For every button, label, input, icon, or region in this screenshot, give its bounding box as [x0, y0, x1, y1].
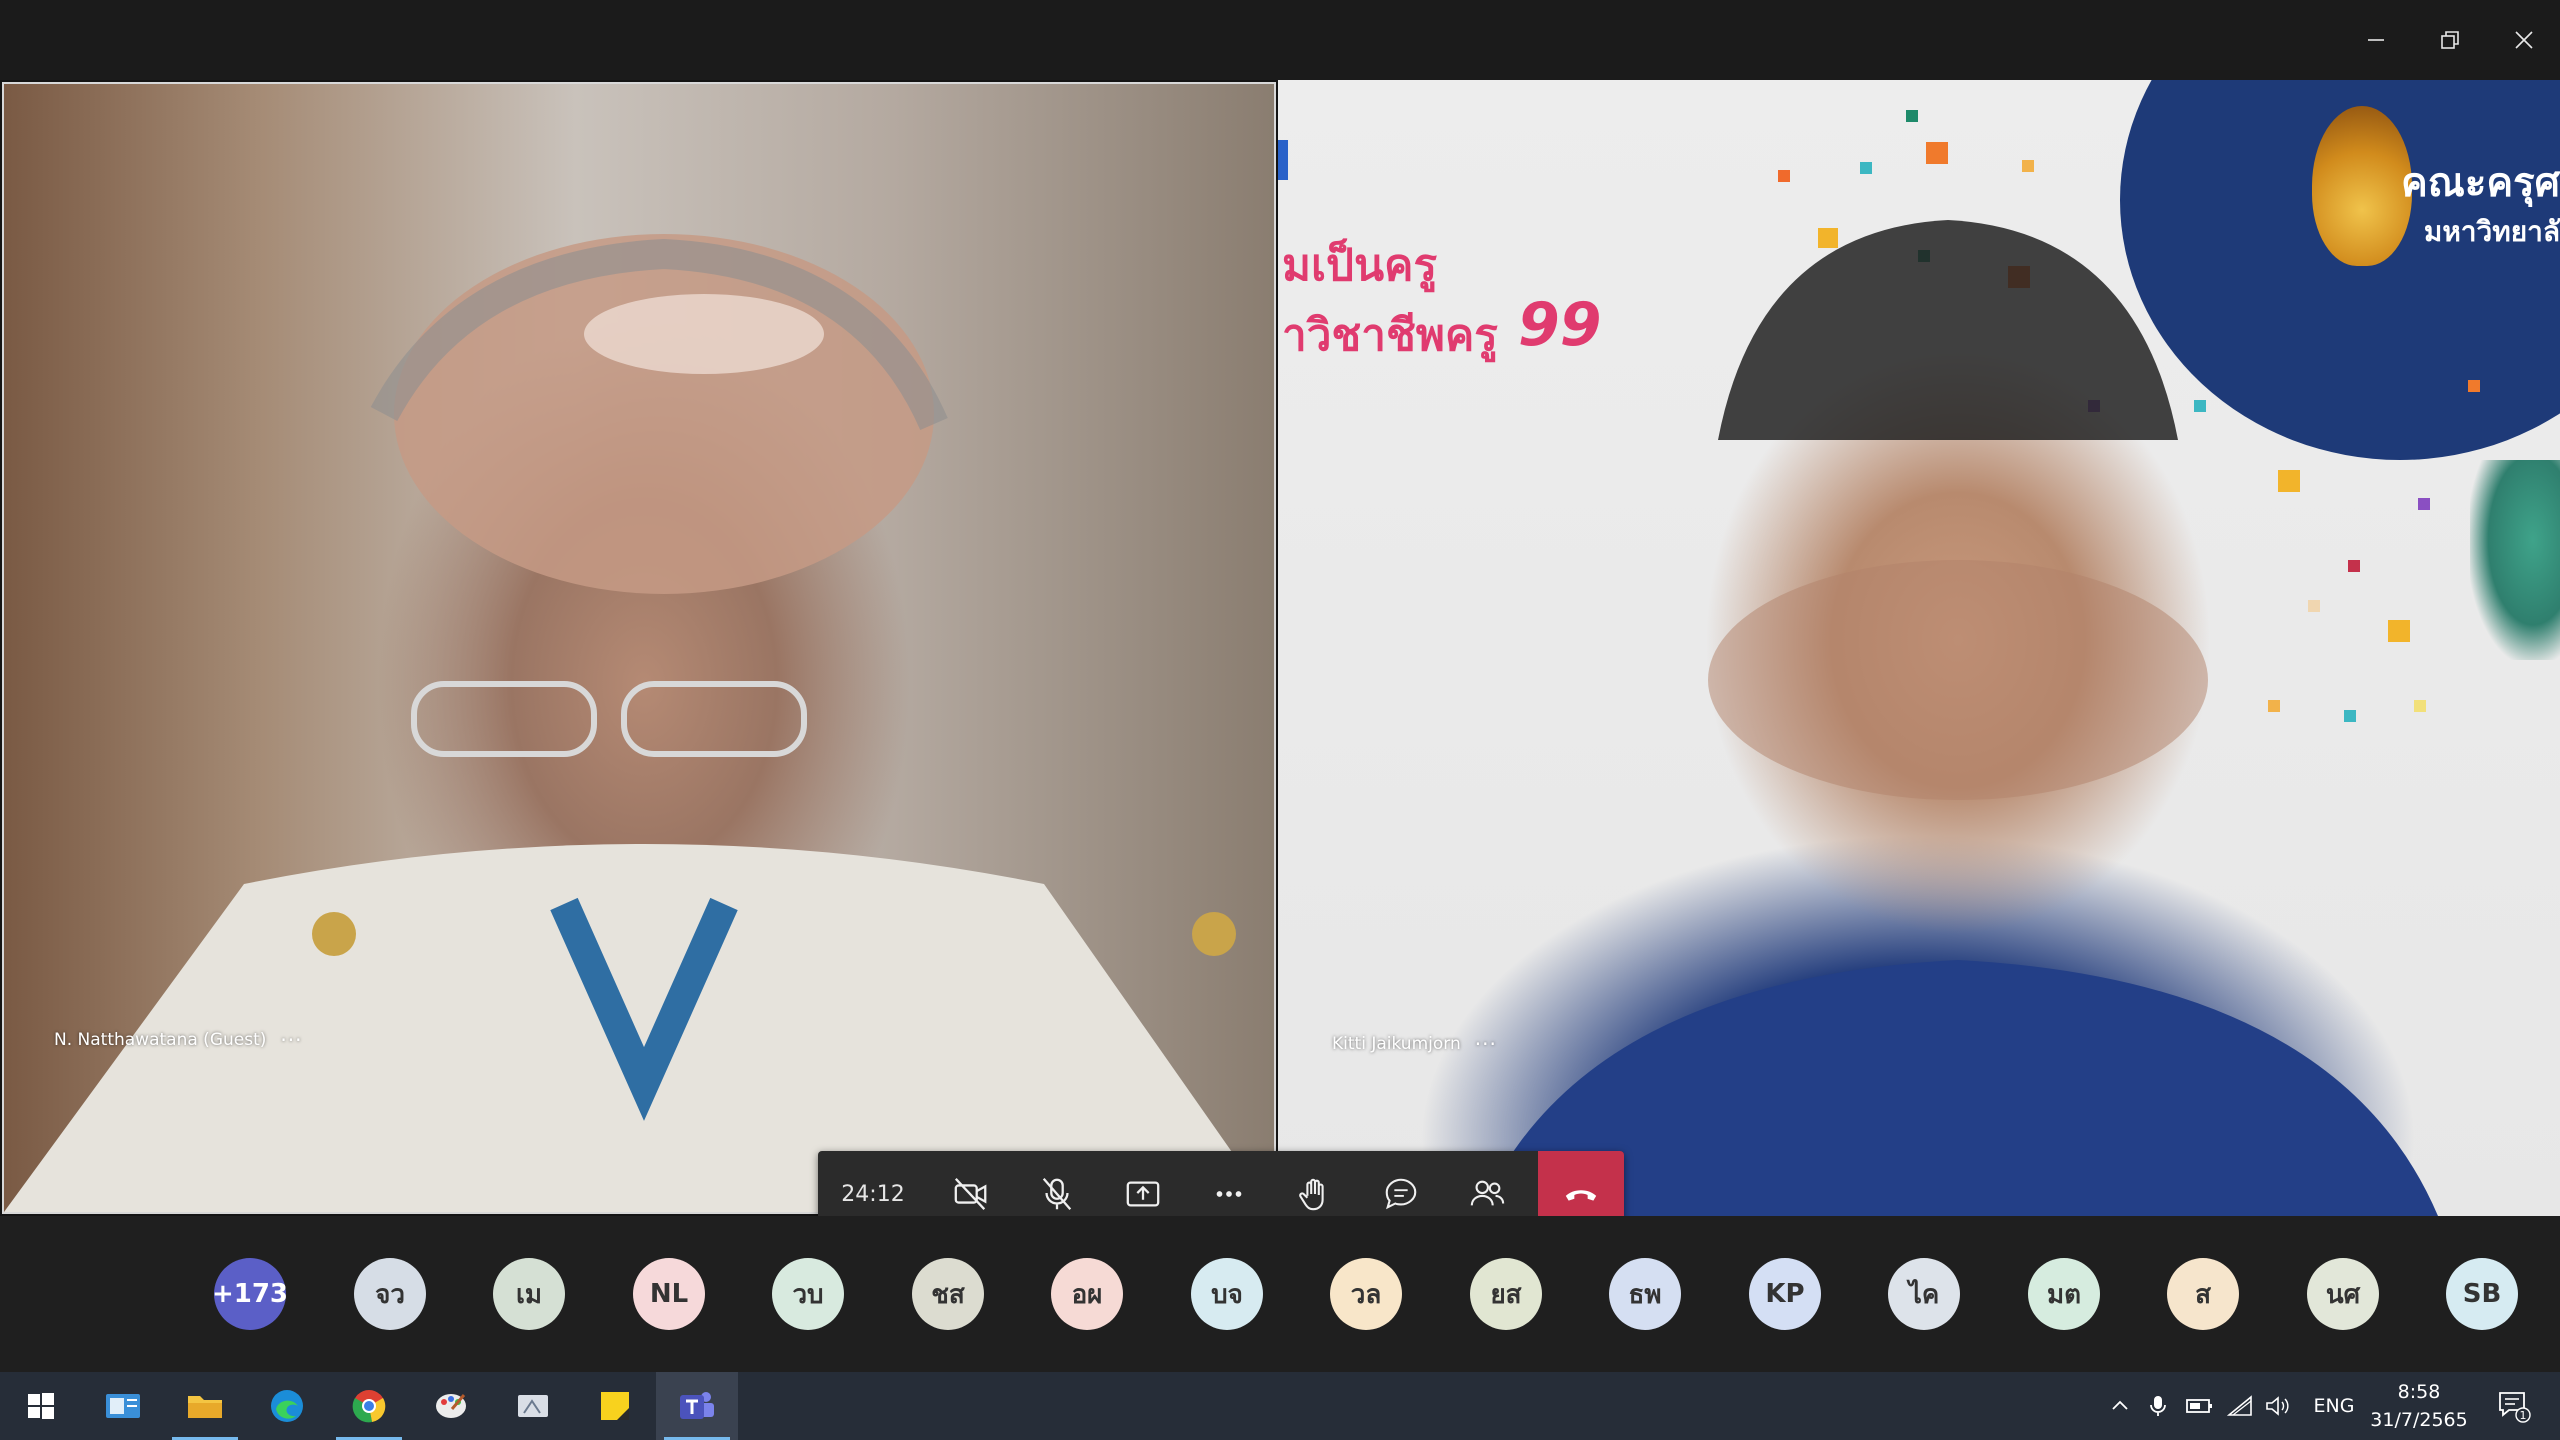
overflow-participants-avatar[interactable]: +173 [212, 1258, 288, 1330]
battery-icon [2186, 1399, 2212, 1413]
participant-avatar[interactable]: จว [354, 1258, 426, 1330]
participant-avatar[interactable]: ไค [1888, 1258, 1960, 1330]
mic-off-icon [1042, 1178, 1072, 1210]
participant-avatar[interactable]: มต [2028, 1258, 2100, 1330]
wifi-icon [2227, 1395, 2252, 1416]
restore-icon [2441, 31, 2459, 49]
clock-time: 8:58 [2397, 1381, 2441, 1403]
participant-avatar[interactable]: ธพ [1609, 1258, 1681, 1330]
participant-avatar[interactable]: อผ [1051, 1258, 1123, 1330]
start-button[interactable] [0, 1372, 82, 1440]
participant-name: Kitti Jaikumjorn [1332, 1034, 1461, 1054]
taskbar-teams[interactable] [656, 1372, 738, 1440]
participant-name-tag: Kitti Jaikumjorn ··· [1332, 1032, 1497, 1056]
speaker-icon [2266, 1396, 2289, 1416]
video-tile-guest[interactable]: N. Natthawatana (Guest) ··· [2, 82, 1276, 1214]
participant-avatar[interactable]: SB [2446, 1258, 2518, 1330]
windows-taskbar: ENG 8:58 31/7/2565 1 [0, 1372, 2560, 1440]
close-icon [2515, 31, 2533, 49]
participant-avatar[interactable]: นศ [2307, 1258, 2379, 1330]
taskbar-snipping-tool[interactable] [492, 1372, 574, 1440]
sticky-notes-icon [601, 1392, 629, 1420]
ellipsis-icon [1216, 1191, 1242, 1197]
minimize-button[interactable] [2340, 0, 2412, 80]
snipping-tool-icon [518, 1395, 548, 1417]
close-button[interactable] [2488, 0, 2560, 80]
participant-more-button[interactable]: ··· [280, 1028, 302, 1052]
show-hidden-icons-button[interactable] [2104, 1372, 2136, 1440]
camera-off-icon [954, 1178, 987, 1210]
participant-avatar[interactable]: KP [1749, 1258, 1821, 1330]
notification-icon: 1 [2499, 1392, 2531, 1423]
taskbar-sticky-notes[interactable] [574, 1372, 656, 1440]
participant-avatar[interactable]: ส [2167, 1258, 2239, 1330]
participant-name-tag: N. Natthawatana (Guest) ··· [54, 1028, 302, 1052]
participant-avatar-strip: +173 จว เม NL วบ ชส อผ บจ วล ยส ธพ KP ไค มต ส นศ SB [0, 1216, 2560, 1372]
taskbar-edge[interactable] [246, 1372, 328, 1440]
network-tray-button[interactable] [2222, 1372, 2258, 1440]
clock-date: 31/7/2565 [2370, 1409, 2468, 1431]
video-stage: N. Natthawatana (Guest) ··· คณะครุศ มหาว… [0, 80, 2560, 1237]
participant-avatar[interactable]: ชส [912, 1258, 984, 1330]
participant-avatar[interactable]: เม [493, 1258, 565, 1330]
volume-tray-button[interactable] [2260, 1372, 2296, 1440]
edge-browser-icon [271, 1390, 303, 1422]
share-screen-icon [1126, 1181, 1160, 1207]
call-timer: 24:12 [841, 1181, 905, 1207]
taskbar-file-explorer[interactable] [164, 1372, 246, 1440]
taskbar-clock[interactable]: 8:58 31/7/2565 [2364, 1378, 2474, 1434]
video-tile-presenter[interactable]: คณะครุศ มหาวิทยาลั มเป็นครู าวิชาชีพครู … [1278, 80, 2560, 1216]
folder-icon [188, 1396, 222, 1418]
people-icon [1470, 1180, 1505, 1206]
taskbar-paint[interactable] [410, 1372, 492, 1440]
participant-avatar[interactable]: บจ [1191, 1258, 1263, 1330]
hang-up-phone-icon [1565, 1190, 1597, 1201]
participant-name: N. Natthawatana (Guest) [54, 1030, 267, 1050]
taskbar-outlook[interactable] [82, 1372, 164, 1440]
battery-tray-button[interactable] [2182, 1372, 2218, 1440]
chrome-browser-icon [352, 1390, 386, 1423]
participant-avatar[interactable]: NL [633, 1258, 705, 1330]
outlook-icon [106, 1394, 140, 1418]
windows-logo-icon [28, 1393, 54, 1419]
participant-avatar[interactable]: วบ [772, 1258, 844, 1330]
notification-count: 1 [2520, 1409, 2527, 1422]
participant-more-button[interactable]: ··· [1475, 1032, 1497, 1056]
action-center-button[interactable]: 1 [2484, 1372, 2544, 1440]
participant-avatar[interactable]: วล [1330, 1258, 1402, 1330]
restore-button[interactable] [2414, 0, 2486, 80]
paint-palette-icon [436, 1394, 466, 1418]
participant-avatar[interactable]: ยส [1470, 1258, 1542, 1330]
raise-hand-icon [1299, 1178, 1324, 1211]
chevron-up-icon [2112, 1400, 2128, 1410]
minimize-icon [2368, 39, 2384, 41]
teams-icon [680, 1392, 714, 1419]
window-titlebar [0, 0, 2560, 80]
chat-icon [1385, 1178, 1417, 1210]
taskbar-chrome[interactable] [328, 1372, 410, 1440]
input-language-indicator[interactable]: ENG [2306, 1372, 2362, 1440]
microphone-tray-button[interactable] [2142, 1372, 2174, 1440]
microphone-icon [2150, 1396, 2166, 1416]
